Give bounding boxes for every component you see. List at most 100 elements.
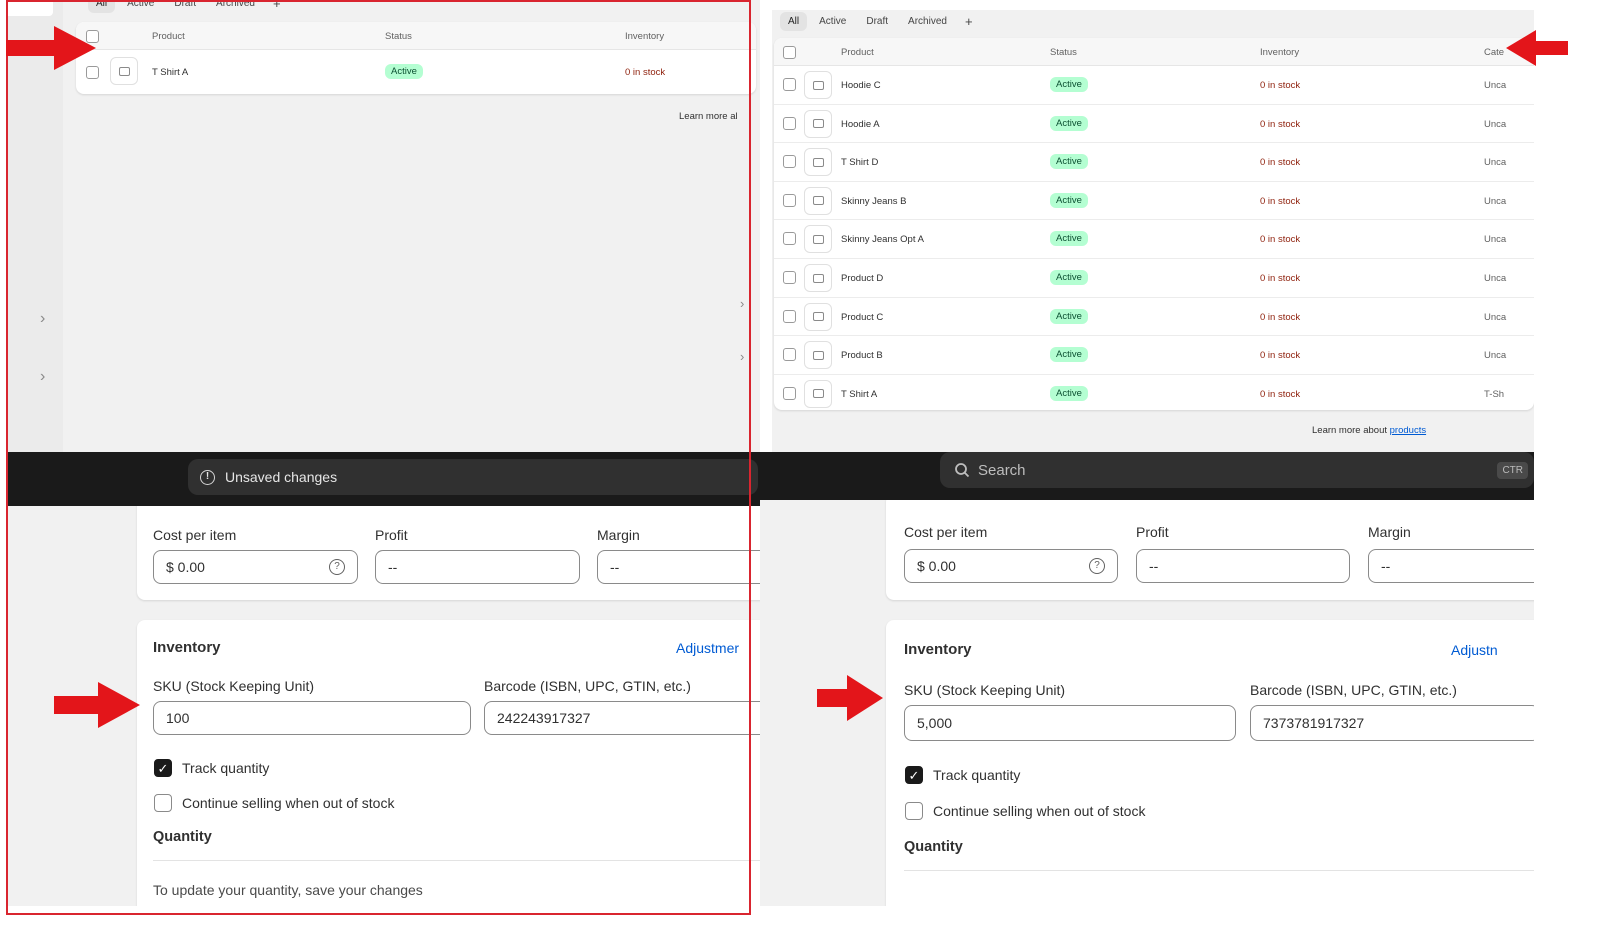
product-name[interactable]: Hoodie A — [841, 119, 880, 130]
status-badge: Active — [1050, 385, 1088, 401]
tab-archived[interactable]: Archived — [208, 0, 263, 13]
track-quantity-checkbox[interactable]: ✓ — [154, 759, 172, 777]
add-view-button[interactable]: + — [267, 0, 287, 11]
add-view-button[interactable]: + — [959, 14, 979, 29]
margin-label: Margin — [1368, 524, 1411, 540]
chevron-right-icon[interactable]: › — [740, 349, 744, 364]
quantity-title: Quantity — [153, 829, 212, 845]
status-badge: Active — [1050, 308, 1088, 324]
track-quantity-label[interactable]: Track quantity — [933, 767, 1020, 783]
product-name[interactable]: T Shirt A — [152, 67, 188, 78]
adjustment-history-link[interactable]: Adjustmer — [676, 640, 739, 656]
product-name[interactable]: Product B — [841, 350, 883, 361]
product-name[interactable]: Skinny Jeans B — [841, 196, 906, 207]
cost-label: Cost per item — [153, 527, 237, 543]
image-placeholder-icon — [804, 71, 832, 99]
row-checkbox[interactable] — [783, 348, 796, 362]
category-value: Unca — [1484, 311, 1507, 323]
table-row[interactable]: T Shirt A Active 0 in stock T-Sh — [774, 375, 1534, 410]
image-placeholder-icon — [804, 186, 832, 215]
profit-label: Profit — [1136, 524, 1169, 540]
tab-draft[interactable]: Draft — [166, 0, 204, 13]
status-badge: Active — [1050, 154, 1088, 170]
help-icon[interactable]: ? — [329, 559, 345, 575]
sku-input[interactable]: 100 — [153, 701, 471, 735]
search-placeholder[interactable]: Search — [978, 462, 1026, 479]
search-bar[interactable]: Search CTR — [940, 452, 1534, 488]
inventory-value: 0 in stock — [1260, 234, 1301, 246]
cost-value[interactable]: $ 0.00 — [166, 559, 205, 575]
image-placeholder-icon — [804, 109, 832, 138]
tab-all[interactable]: All — [780, 12, 808, 31]
learn-more-text: Learn more about products — [1312, 425, 1426, 436]
row-checkbox[interactable] — [783, 193, 796, 207]
table-row[interactable]: Skinny Jeans Opt A Active 0 in stock Unca — [774, 220, 1534, 259]
products-link[interactable]: products — [1390, 425, 1426, 436]
product-name[interactable]: T Shirt D — [841, 157, 878, 168]
product-name[interactable]: Skinny Jeans Opt A — [841, 234, 924, 245]
divider — [904, 870, 1534, 871]
status-badge: Active — [1050, 347, 1088, 363]
cost-value[interactable]: $ 0.00 — [917, 558, 956, 574]
row-checkbox[interactable] — [783, 271, 796, 284]
row-checkbox[interactable] — [783, 78, 796, 91]
header-status[interactable]: Status — [385, 31, 412, 42]
product-name[interactable]: T Shirt A — [841, 389, 877, 400]
tab-draft[interactable]: Draft — [858, 12, 896, 31]
table-row[interactable]: T Shirt D Active 0 in stock Unca — [774, 143, 1534, 182]
table-row[interactable]: T Shirt A Active 0 in stock — [76, 50, 756, 94]
track-quantity-label[interactable]: Track quantity — [182, 760, 269, 776]
track-quantity-checkbox[interactable]: ✓ — [905, 766, 923, 784]
tab-all[interactable]: All — [88, 0, 116, 13]
image-placeholder-icon — [804, 302, 832, 331]
table-row[interactable]: Product D Active 0 in stock Unca — [774, 259, 1534, 298]
status-badge: Active — [1050, 77, 1088, 92]
sku-input[interactable]: 5,000 — [904, 705, 1236, 741]
table-row[interactable]: Product C Active 0 in stock Unca — [774, 298, 1534, 337]
image-placeholder-icon — [804, 379, 832, 408]
continue-selling-label[interactable]: Continue selling when out of stock — [933, 803, 1145, 819]
header-inventory[interactable]: Inventory — [625, 31, 664, 42]
barcode-input[interactable]: 7373781917327 — [1250, 705, 1534, 741]
adjustment-history-link[interactable]: Adjustn — [1451, 642, 1498, 658]
tab-active[interactable]: Active — [811, 12, 854, 31]
tab-archived[interactable]: Archived — [900, 12, 955, 31]
chevron-right-icon[interactable]: › — [740, 296, 744, 311]
profit-field: -- — [375, 550, 580, 584]
cost-per-item-input[interactable]: $ 0.00 ? — [904, 549, 1118, 583]
chevron-right-icon[interactable]: › — [40, 310, 45, 328]
header-inventory[interactable]: Inventory — [1260, 47, 1299, 58]
select-all-checkbox[interactable] — [783, 46, 796, 59]
chevron-right-icon[interactable]: › — [40, 368, 45, 386]
row-checkbox[interactable] — [783, 309, 796, 323]
cost-per-item-input[interactable]: $ 0.00 ? — [153, 550, 358, 584]
profit-field: -- — [1136, 549, 1350, 583]
row-checkbox[interactable] — [783, 116, 796, 130]
continue-selling-checkbox[interactable] — [154, 794, 172, 812]
tab-active[interactable]: Active — [119, 0, 162, 13]
barcode-label: Barcode (ISBN, UPC, GTIN, etc.) — [1250, 682, 1457, 698]
table-row[interactable]: Hoodie A Active 0 in stock Unca — [774, 105, 1534, 144]
table-row[interactable]: Product B Active 0 in stock Unca — [774, 336, 1534, 375]
table-row[interactable]: Hoodie C Active 0 in stock Unca — [774, 66, 1534, 105]
row-checkbox[interactable] — [783, 232, 796, 246]
cost-label: Cost per item — [904, 524, 988, 540]
top-right-panel: All Active Draft Archived + Product Stat… — [772, 10, 1534, 462]
header-product[interactable]: Product — [841, 47, 874, 58]
product-name[interactable]: Product D — [841, 273, 883, 284]
row-checkbox[interactable] — [783, 155, 796, 169]
product-name[interactable]: Hoodie C — [841, 80, 881, 91]
header-category[interactable]: Cate — [1484, 47, 1504, 58]
continue-selling-label[interactable]: Continue selling when out of stock — [182, 795, 394, 811]
search-icon — [955, 463, 970, 478]
annotation-arrow-right — [817, 675, 883, 721]
help-icon[interactable]: ? — [1089, 558, 1105, 574]
header-product[interactable]: Product — [152, 31, 185, 42]
product-name[interactable]: Product C — [841, 312, 883, 323]
header-status[interactable]: Status — [1050, 47, 1077, 58]
row-checkbox[interactable] — [783, 386, 796, 400]
barcode-input[interactable]: 242243917327 — [484, 701, 760, 735]
table-row[interactable]: Skinny Jeans B Active 0 in stock Unca — [774, 182, 1534, 221]
continue-selling-checkbox[interactable] — [905, 802, 923, 820]
products-table: Product Status Inventory Cate Hoodie C Ac… — [774, 38, 1534, 410]
